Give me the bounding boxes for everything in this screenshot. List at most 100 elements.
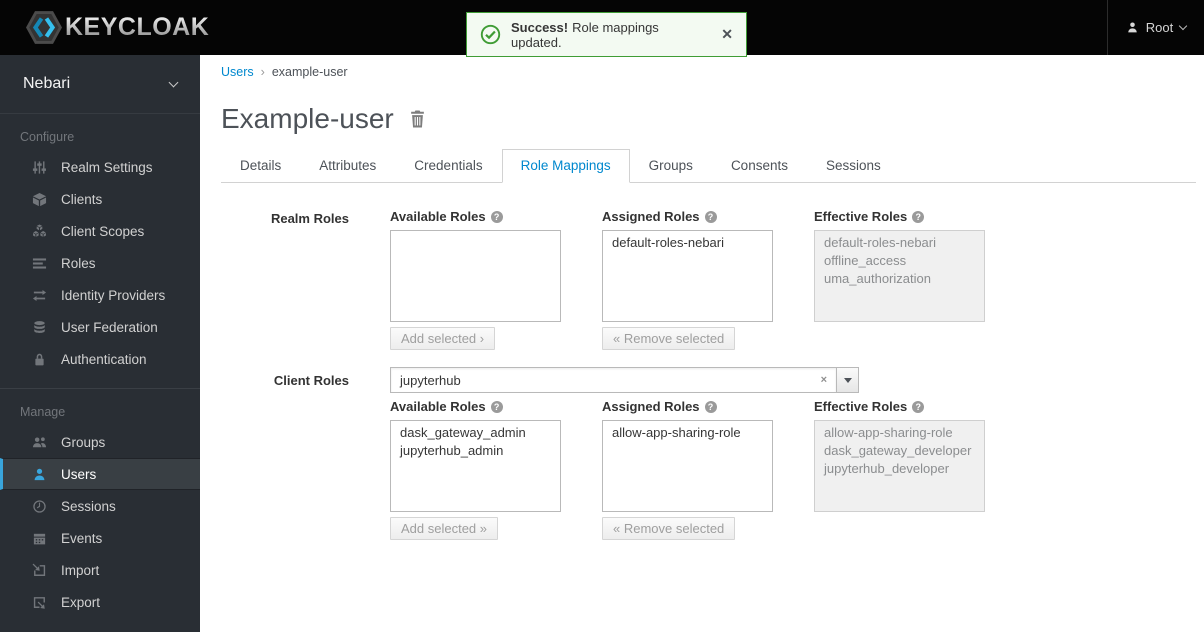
client-remove-selected-button[interactable]: « Remove selected [602,517,736,540]
role-option: default-roles-nebari [824,235,937,250]
role-mappings-panel: Realm Roles Available Roles ? Add select… [221,183,1196,540]
tab-credentials[interactable]: Credentials [395,149,501,183]
logo-text: KEYCLOAK [65,13,210,41]
section-label-manage: Manage [20,405,66,419]
realm-effective-roles-listbox: default-roles-nebari offline_access uma_au… [814,230,985,322]
client-select-input[interactable]: jupyterhub × [390,367,837,393]
sidebar-item-export[interactable]: Export [0,586,200,618]
header-text: Available Roles [390,209,486,224]
realm-add-selected-button[interactable]: Add selected › [390,327,496,350]
sidebar-nav: Configure Realm Settings Clients Client Sco… [0,130,200,618]
cube-icon [31,191,48,208]
sidebar-item-client-scopes[interactable]: Client Scopes [0,215,200,247]
help-icon[interactable]: ? [490,400,503,413]
client-assigned-roles-listbox[interactable]: allow-app-sharing-role [602,420,773,512]
sidebar-item-label: Roles [61,255,96,271]
sidebar-item-realm-settings[interactable]: Realm Settings [0,151,200,183]
sidebar-item-roles[interactable]: Roles [0,247,200,279]
role-option[interactable]: default-roles-nebari [603,234,772,252]
success-check-icon [480,24,501,45]
role-option: jupyterhub_developer [824,461,950,476]
main-content: Users › example-user Example-user Detail… [200,55,1204,632]
client-select-dropdown-button[interactable] [837,367,859,393]
client-roles-label: Client Roles [273,373,349,388]
user-icon [1126,21,1139,34]
cubes-icon [31,223,48,240]
close-icon[interactable]: ✕ [721,26,733,43]
breadcrumb-users-link[interactable]: Users [221,65,254,79]
sidebar-item-sessions[interactable]: Sessions [0,490,200,522]
sidebar-item-label: Identity Providers [61,287,166,303]
user-menu[interactable]: Root [1107,0,1204,55]
keycloak-logo[interactable]: KEYCLOAK [26,11,209,44]
sidebar-item-groups[interactable]: Groups [0,426,200,458]
sidebar-item-label: Events [61,530,103,546]
tab-consents[interactable]: Consents [712,149,807,183]
database-icon [31,319,48,336]
user-menu-label: Root [1145,20,1174,35]
realm-roles-row: Realm Roles Available Roles ? Add select… [221,209,1196,350]
sidebar-item-user-federation[interactable]: User Federation [0,311,200,343]
chevron-down-icon [168,77,179,87]
sidebar-section: Configure Realm Settings Clients Client Sco… [0,130,200,375]
realm-remove-selected-button[interactable]: « Remove selected [602,327,736,350]
sidebar-item-label: Authentication [61,351,147,367]
sidebar-item-label: Sessions [61,498,116,514]
keycloak-hexagon-icon [26,11,62,44]
tab-role-mappings[interactable]: Role Mappings [501,149,630,183]
role-option[interactable]: jupyterhub_admin [391,442,560,460]
role-option: offline_access [824,253,907,268]
realm-assigned-roles-listbox[interactable]: default-roles-nebari [602,230,773,322]
client-select-value: jupyterhub [400,372,461,388]
tab-bar: Details Attributes Credentials Role Mapping… [221,149,1196,183]
clock-icon [31,498,48,515]
sidebar-item-users[interactable]: Users [0,458,200,490]
sidebar-item-label: Users [61,466,97,482]
client-available-roles-listbox[interactable]: dask_gateway_admin jupyterhub_admin [390,420,561,512]
header-text: Assigned Roles [602,399,700,414]
role-option[interactable]: allow-app-sharing-role [603,424,772,442]
caret-down-icon [843,377,852,383]
delete-user-button[interactable] [409,110,426,128]
sidebar-item-label: Clients [61,191,103,207]
clear-selection-icon[interactable]: × [821,374,827,386]
page-title: Example-user [221,103,394,134]
help-icon[interactable]: ? [704,400,717,413]
sidebar-item-events[interactable]: Events [0,522,200,554]
realm-roles-label: Realm Roles [270,211,349,226]
sidebar: Nebari Configure Realm Settings Clients Cli… [0,55,200,632]
realm-name: Nebari [23,75,71,92]
calendar-icon [31,530,48,547]
sidebar-item-authentication[interactable]: Authentication [0,343,200,375]
client-roles-row: Client Roles jupyterhub × Available Role… [221,367,1196,540]
sidebar-item-clients[interactable]: Clients [0,183,200,215]
realm-available-roles-listbox[interactable] [390,230,561,322]
breadcrumb-separator: › [260,65,265,79]
role-option[interactable]: dask_gateway_admin [391,424,560,442]
tab-attributes[interactable]: Attributes [300,149,395,183]
role-option: dask_gateway_developer [824,443,972,458]
client-select[interactable]: jupyterhub × [390,367,859,393]
help-icon[interactable]: ? [490,210,503,223]
sidebar-item-label: Import [61,562,100,578]
header-text: Assigned Roles [602,209,700,224]
effective-roles-header: Effective Roles ? [814,399,985,414]
help-icon[interactable]: ? [912,210,925,223]
help-icon[interactable]: ? [912,400,925,413]
client-add-selected-button[interactable]: Add selected » [390,517,499,540]
tab-details[interactable]: Details [221,149,300,183]
sidebar-item-identity-providers[interactable]: Identity Providers [0,279,200,311]
help-icon[interactable]: ? [704,210,717,223]
trash-icon [409,110,426,132]
sidebar-item-import[interactable]: Import [0,554,200,586]
sidebar-section: Manage Groups Users Sessions Events Import Exp… [0,388,200,618]
header-text: Effective Roles [814,209,908,224]
sidebar-item-label: User Federation [61,319,158,335]
header-text: Available Roles [390,399,486,414]
lock-icon [31,351,48,368]
sidebar-item-label: Realm Settings [61,159,153,175]
tab-sessions[interactable]: Sessions [807,149,900,183]
realm-selector[interactable]: Nebari [0,55,200,114]
sidebar-item-label: Groups [61,434,106,450]
tab-groups[interactable]: Groups [630,149,712,183]
